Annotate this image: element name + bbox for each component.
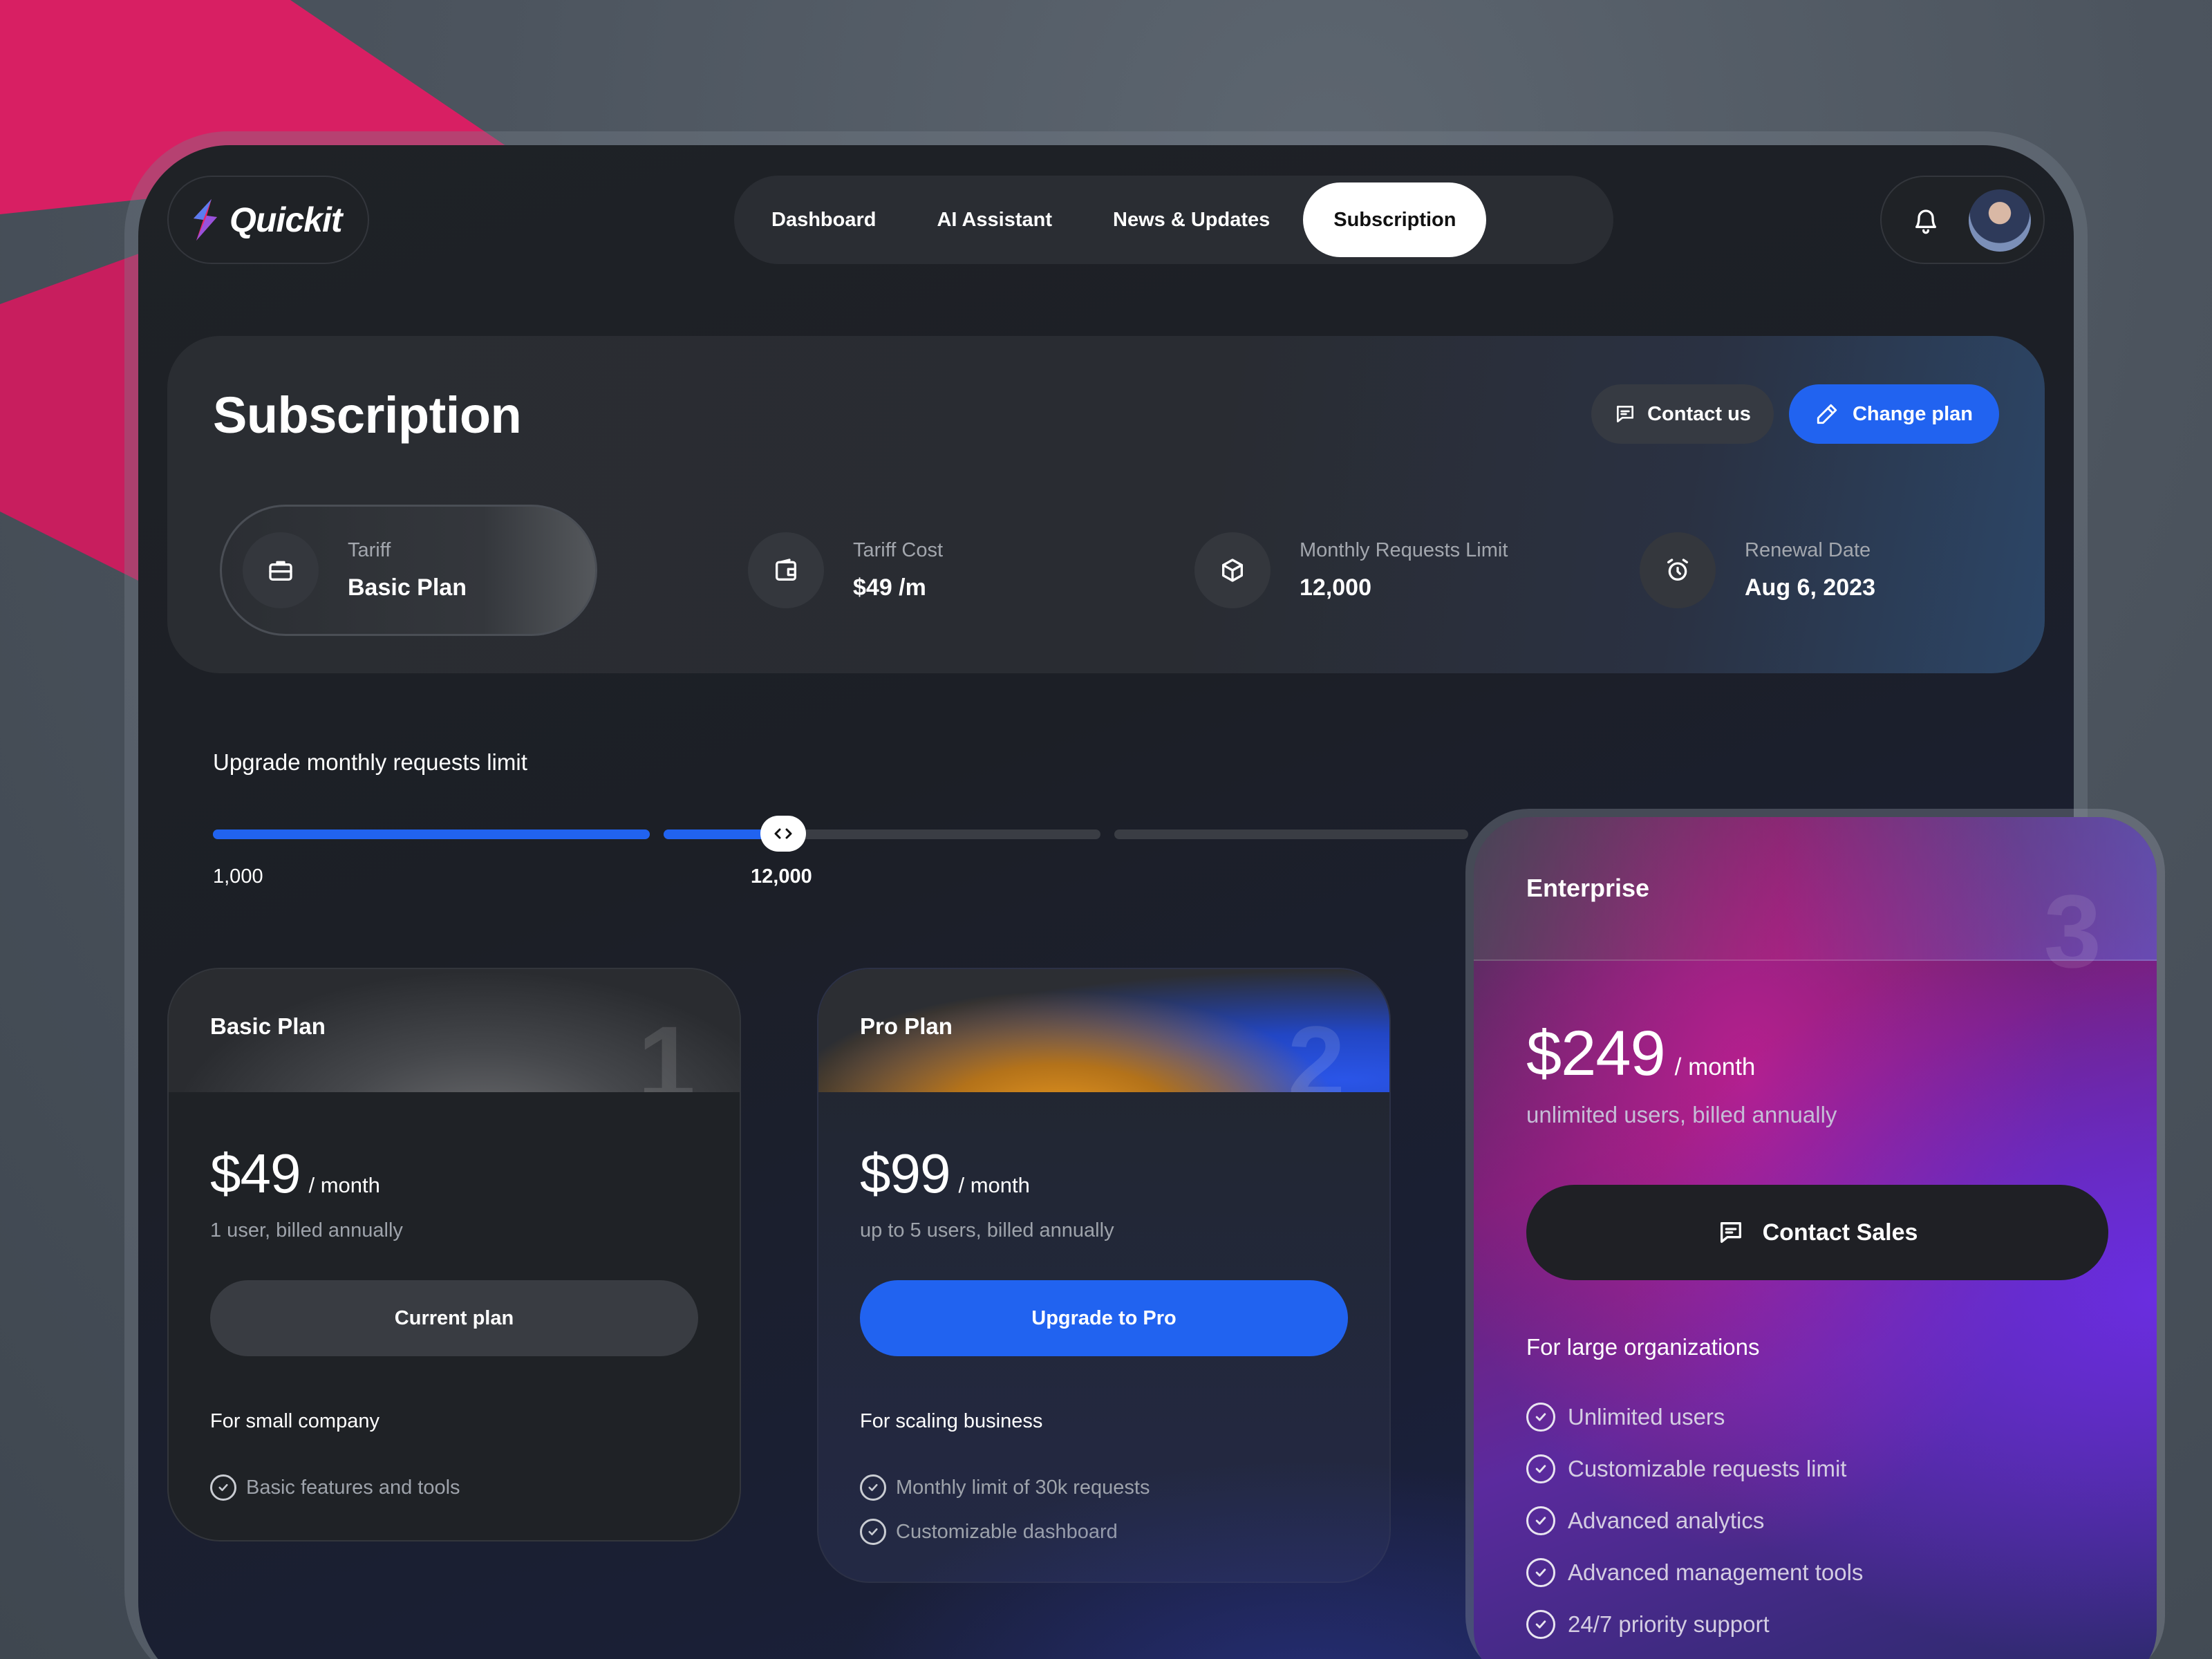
main-nav: Dashboard AI Assistant News & Updates Su…: [734, 176, 1613, 264]
slider-value-label: 12,000: [751, 865, 812, 888]
plan-audience: For small company: [210, 1410, 379, 1432]
feature-item: Monthly limit of 30k requests: [860, 1465, 1150, 1510]
contact-us-button[interactable]: Contact us: [1591, 384, 1774, 444]
plan-price: $99: [860, 1143, 950, 1204]
brand-name: Quickit: [229, 200, 342, 239]
subscription-summary: Subscription Contact us Change plan Tari…: [167, 336, 2045, 673]
stat-label: Monthly Requests Limit: [1300, 539, 1508, 561]
nav-dashboard[interactable]: Dashboard: [741, 182, 906, 257]
stat-label: Tariff: [348, 539, 391, 561]
briefcase-icon: [243, 532, 319, 608]
change-plan-label: Change plan: [1852, 402, 1973, 425]
nav-subscription[interactable]: Subscription: [1303, 182, 1487, 257]
plan-audience: For large organizations: [1526, 1334, 1760, 1360]
plan-subtitle: 1 user, billed annually: [210, 1219, 403, 1241]
plan-card-basic: Basic Plan 1 $49 / month 1 user, billed …: [167, 968, 741, 1541]
check-circle-icon: [1526, 1506, 1555, 1535]
check-circle-icon: [1526, 1402, 1555, 1432]
quickit-logo-icon: [194, 199, 217, 241]
plan-audience: For scaling business: [860, 1410, 1043, 1432]
feature-item: Customizable requests limit: [1526, 1443, 1863, 1494]
feature-label: Advanced analytics: [1568, 1507, 1765, 1533]
bell-icon[interactable]: [1912, 207, 1940, 235]
stat-value: 12,000: [1300, 574, 1371, 601]
plan-number: 1: [637, 1004, 695, 1092]
plan-card-enterprise: Enterprise 3 $249 / month unlimited user…: [1474, 817, 2157, 1659]
wallet-icon: [748, 532, 824, 608]
chat-icon: [1617, 406, 1634, 422]
feature-label: Customizable dashboard: [896, 1520, 1118, 1543]
contact-us-label: Contact us: [1647, 402, 1751, 425]
plan-price: $49: [210, 1143, 301, 1204]
plan-price: $249: [1526, 1018, 1666, 1089]
stat-label: Tariff Cost: [853, 539, 944, 561]
stat-requests-limit: Monthly Requests Limit 12,000: [1194, 505, 1508, 636]
user-controls: [1880, 176, 2045, 264]
slider-title: Upgrade monthly requests limit: [213, 749, 527, 775]
plan-subtitle: up to 5 users, billed annually: [860, 1219, 1114, 1241]
feature-label: Monthly limit of 30k requests: [896, 1476, 1150, 1499]
change-plan-button[interactable]: Change plan: [1789, 384, 1999, 444]
alarm-icon: [1640, 532, 1716, 608]
slider-track[interactable]: [1114, 830, 1468, 839]
feature-label: Advanced management tools: [1568, 1559, 1864, 1585]
logo[interactable]: Quickit: [167, 176, 369, 264]
plan-number: 3: [2043, 873, 2101, 989]
feature-item: Customizable dashboard: [860, 1510, 1150, 1554]
upgrade-to-pro-button[interactable]: Upgrade to Pro: [860, 1280, 1348, 1356]
feature-list: Monthly limit of 30k requests Customizab…: [860, 1465, 1150, 1554]
check-circle-icon: [1526, 1454, 1555, 1483]
check-circle-icon: [1526, 1609, 1555, 1639]
feature-item: Advanced analytics: [1526, 1494, 1863, 1546]
feature-item: Basic features and tools: [210, 1465, 460, 1510]
nav-ai-assistant[interactable]: AI Assistant: [906, 182, 1082, 257]
contact-sales-label: Contact Sales: [1762, 1219, 1918, 1246]
feature-item: Unlimited users: [1526, 1391, 1863, 1443]
slider-handle[interactable]: [760, 816, 806, 852]
stat-value: Aug 6, 2023: [1745, 574, 1875, 601]
chevrons-left-right-icon: [774, 828, 792, 839]
nav-news-updates[interactable]: News & Updates: [1082, 182, 1300, 257]
feature-list: Unlimited users Customizable requests li…: [1526, 1391, 1863, 1650]
stat-tariff[interactable]: Tariff Basic Plan: [220, 505, 597, 636]
feature-label: Unlimited users: [1568, 1403, 1725, 1430]
feature-label: Customizable requests limit: [1568, 1455, 1847, 1481]
stat-value: $49 /m: [853, 574, 926, 601]
stat-value: Basic Plan: [348, 574, 467, 601]
feature-label: 24/7 priority support: [1568, 1611, 1770, 1637]
check-circle-icon: [860, 1519, 886, 1545]
avatar[interactable]: [1969, 189, 2031, 252]
stat-label: Renewal Date: [1745, 539, 1871, 561]
feature-item: Advanced management tools: [1526, 1546, 1863, 1598]
slider-fill: [213, 830, 650, 839]
plan-header: Enterprise 3: [1474, 817, 2157, 983]
stat-renewal-date: Renewal Date Aug 6, 2023: [1640, 505, 1875, 636]
feature-item: 24/7 priority support: [1526, 1598, 1863, 1650]
current-plan-button[interactable]: Current plan: [210, 1280, 698, 1356]
stat-tariff-cost: Tariff Cost $49 /m: [748, 505, 943, 636]
pencil-icon: [1817, 404, 1837, 424]
page-title: Subscription: [213, 386, 522, 444]
check-circle-icon: [1526, 1557, 1555, 1587]
plan-name: Basic Plan: [210, 1013, 326, 1039]
plan-header: Basic Plan 1: [169, 969, 740, 1092]
plan-period: / month: [958, 1173, 1030, 1197]
plan-header: Pro Plan 2: [818, 969, 1389, 1092]
plan-card-pro: Pro Plan 2 $99 / month up to 5 users, bi…: [817, 968, 1391, 1583]
chat-icon: [1720, 1222, 1741, 1243]
feature-list: Basic features and tools: [210, 1465, 460, 1510]
contact-sales-button[interactable]: Contact Sales: [1526, 1185, 2108, 1280]
check-circle-icon: [210, 1474, 236, 1501]
plan-name: Enterprise: [1526, 874, 1650, 902]
plan-number: 2: [1287, 1004, 1345, 1092]
feature-label: Basic features and tools: [246, 1476, 460, 1499]
box-icon: [1194, 532, 1271, 608]
plan-name: Pro Plan: [860, 1013, 953, 1039]
plan-period: / month: [308, 1173, 380, 1197]
plan-subtitle: unlimited users, billed annually: [1526, 1102, 1837, 1127]
plan-period: / month: [1674, 1053, 1756, 1080]
check-circle-icon: [860, 1474, 886, 1501]
slider-min-label: 1,000: [213, 865, 263, 888]
